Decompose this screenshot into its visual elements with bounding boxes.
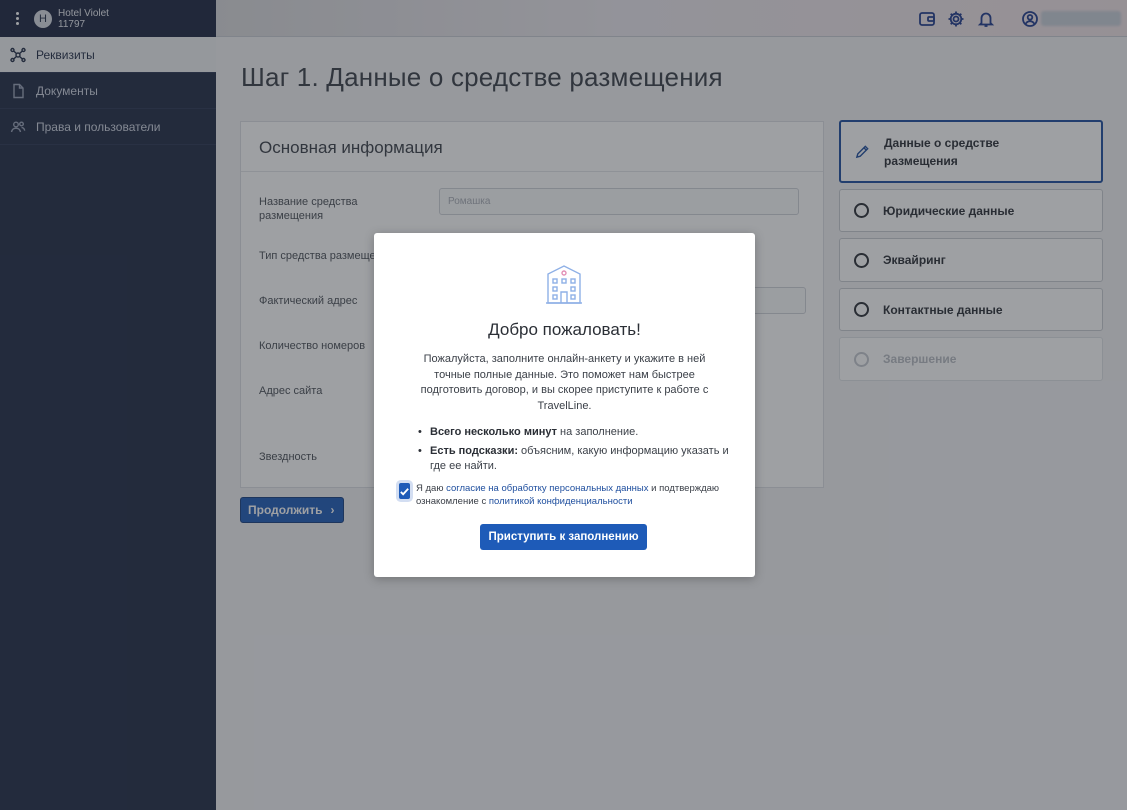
bullet-item: Есть подсказки: объясним, какую информац… (416, 444, 736, 475)
bullet-bold: Всего несколько минут (430, 426, 557, 438)
consent-checkbox[interactable] (399, 483, 410, 499)
check-icon (400, 487, 409, 496)
bullet-bold: Есть подсказки: (430, 444, 518, 457)
consent-prefix: Я даю (416, 483, 447, 494)
consent-text: Я даю согласие на обработку персональных… (416, 482, 739, 508)
modal-description: Пожалуйста, заполните онлайн-анкету и ук… (420, 353, 709, 412)
consent-row: Я даю согласие на обработку персональных… (399, 482, 739, 508)
bullet-text: на заполнение. (557, 426, 639, 438)
start-filling-button[interactable]: Приступить к заполнению (480, 524, 647, 550)
modal-title: Добро пожаловать! (488, 320, 641, 339)
bullet-item: Всего несколько минут на заполнение. (416, 425, 736, 441)
welcome-modal: Добро пожаловать! Пожалуйста, заполните … (374, 233, 755, 577)
personal-data-consent-link[interactable]: согласие на обработку персональных данны… (446, 483, 648, 494)
hotel-building-icon (546, 265, 582, 304)
privacy-policy-link[interactable]: политикой конфиденциальности (489, 496, 633, 507)
modal-bullets: Всего несколько минут на заполнение. Ест… (416, 425, 736, 478)
